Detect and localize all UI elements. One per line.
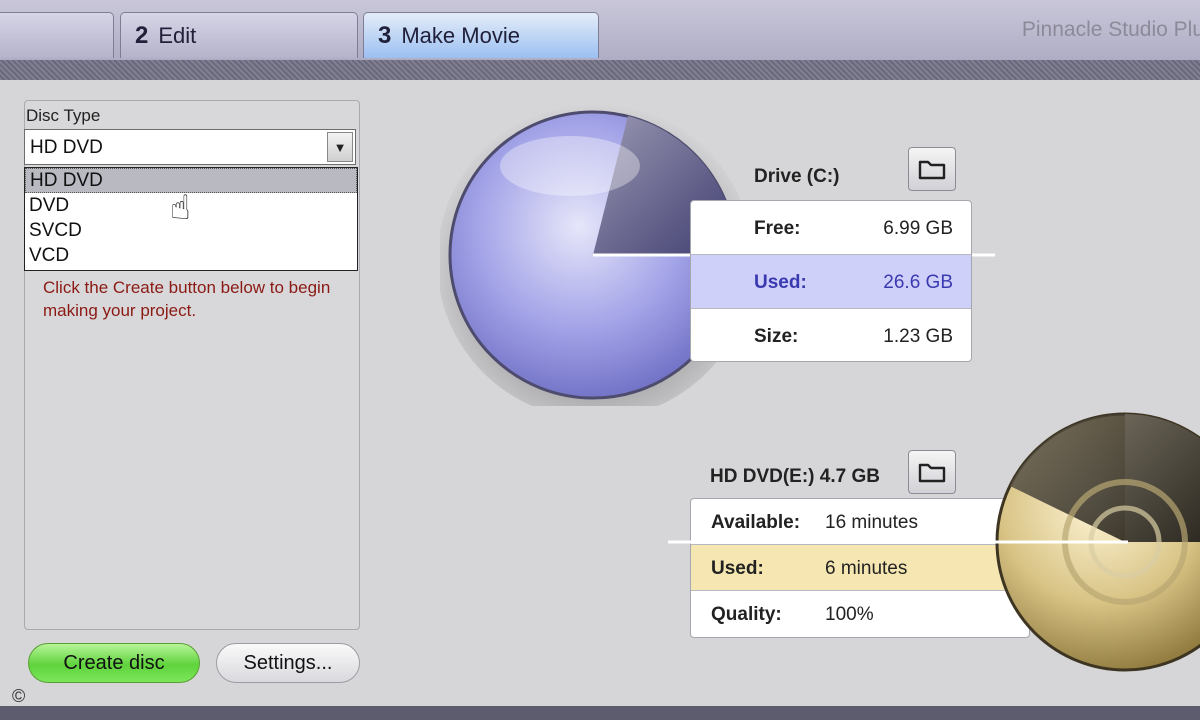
drive-free-value: 6.99 GB (883, 218, 953, 239)
tab-label: Make Movie (401, 22, 520, 48)
drive-size-label: Size: (754, 326, 799, 347)
create-hint-text: Click the Create button below to begin m… (43, 278, 331, 320)
dropdown-option-vcd[interactable]: VCD (25, 243, 357, 268)
dropdown-option-hd-dvd[interactable]: HD DVD (25, 168, 357, 193)
tab-capture[interactable] (0, 12, 114, 58)
drive-free-label: Free: (754, 218, 801, 239)
footer-stripe (0, 706, 1200, 720)
folder-icon (918, 160, 946, 180)
disc-type-select[interactable]: HD DVD ▼ (24, 129, 356, 165)
disc-type-selected-value: HD DVD (30, 137, 103, 158)
drive-used-row: Used: 26.6 GB (691, 255, 971, 309)
header-stripe (0, 60, 1200, 80)
tab-edit[interactable]: 2 Edit (120, 12, 358, 58)
disc-usage-graphic (668, 412, 1200, 672)
drive-size-row: Size: 1.23 GB (691, 309, 971, 361)
drive-used-label: Used: (754, 272, 807, 293)
create-disc-button[interactable]: Create disc (28, 643, 200, 683)
drive-used-value: 26.6 GB (883, 272, 953, 293)
drive-free-row: Free: 6.99 GB (691, 201, 971, 255)
top-tab-bar: 2 Edit 3 Make Movie Pinnacle Studio Plu (0, 0, 1200, 62)
drive-size-value: 1.23 GB (883, 326, 953, 347)
tab-number: 3 (378, 21, 392, 49)
tab-label: Edit (158, 22, 197, 48)
chevron-down-icon[interactable]: ▼ (327, 132, 353, 162)
copyright-symbol: © (12, 686, 26, 706)
hand-cursor-icon: ☝ (170, 189, 191, 227)
drive-folder-button[interactable] (908, 147, 956, 191)
tab-make-movie[interactable]: 3 Make Movie (363, 12, 599, 58)
disc-type-label: Disc Type (26, 106, 101, 125)
drive-title: Drive (C:) (754, 166, 840, 187)
drive-info-table: Free: 6.99 GB Used: 26.6 GB Size: 1.23 G… (690, 200, 972, 362)
app-title: Pinnacle Studio Plu (1021, 18, 1200, 41)
tab-number: 2 (135, 21, 149, 49)
disc-type-dropdown-list: HD DVD DVD SVCD VCD (24, 167, 358, 271)
dropdown-option-dvd[interactable]: DVD (25, 193, 357, 218)
dropdown-option-svcd[interactable]: SVCD (25, 218, 357, 243)
settings-button[interactable]: Settings... (216, 643, 360, 683)
disc-used-area (1125, 414, 1200, 542)
pie-highlight (500, 136, 640, 196)
